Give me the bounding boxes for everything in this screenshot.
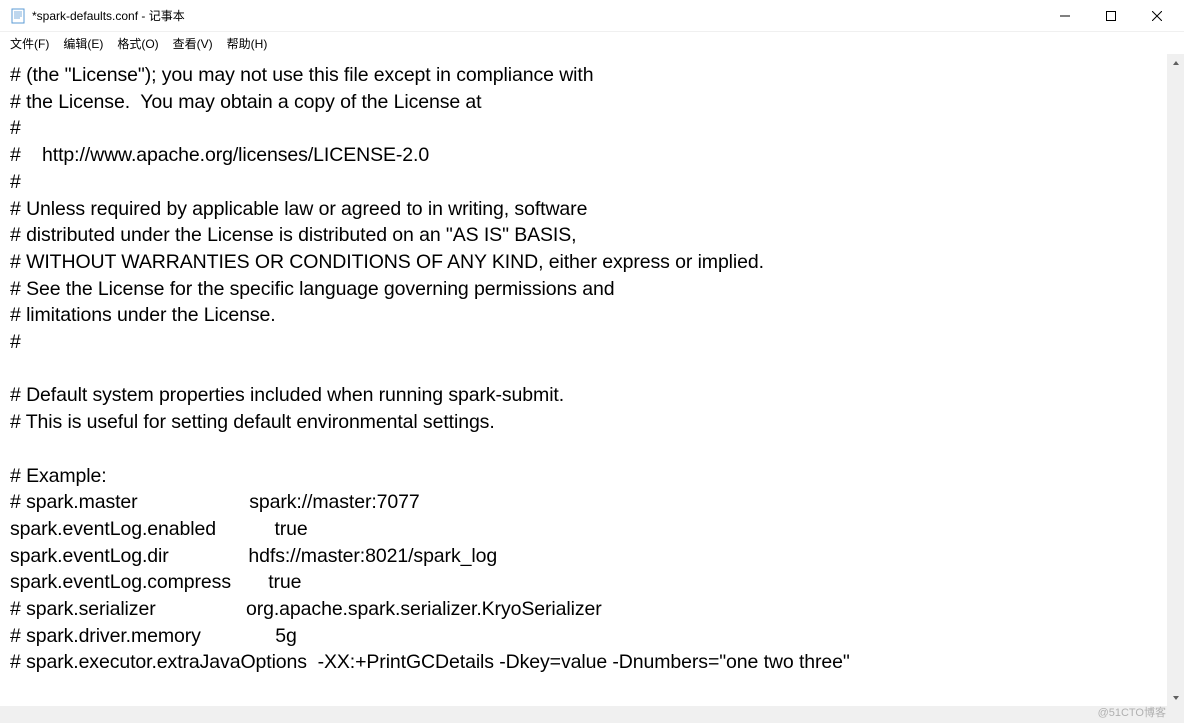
menu-format[interactable]: 格式(O) <box>113 33 162 54</box>
menu-file[interactable]: 文件(F) <box>6 33 53 54</box>
scroll-up-arrow-icon[interactable] <box>1167 54 1184 71</box>
notepad-icon <box>10 8 26 24</box>
scroll-down-arrow-icon[interactable] <box>1167 689 1184 706</box>
menu-view[interactable]: 查看(V) <box>169 33 217 54</box>
horizontal-scrollbar[interactable] <box>0 706 1167 723</box>
vertical-scrollbar[interactable] <box>1167 54 1184 706</box>
menu-help[interactable]: 帮助(H) <box>223 33 272 54</box>
scroll-track-vertical[interactable] <box>1167 71 1184 689</box>
text-editor-area[interactable]: # (the "License"); you may not use this … <box>0 54 1167 706</box>
menubar: 文件(F) 编辑(E) 格式(O) 查看(V) 帮助(H) <box>0 32 1184 54</box>
text-content[interactable]: # (the "License"); you may not use this … <box>0 54 1167 680</box>
maximize-button[interactable] <box>1088 0 1134 31</box>
minimize-button[interactable] <box>1042 0 1088 31</box>
close-button[interactable] <box>1134 0 1180 31</box>
watermark: @51CTO博客 <box>1098 704 1166 720</box>
window-controls <box>1042 0 1180 31</box>
scroll-corner <box>1167 706 1184 723</box>
titlebar: *spark-defaults.conf - 记事本 <box>0 0 1184 32</box>
menu-edit[interactable]: 编辑(E) <box>59 33 107 54</box>
window-title: *spark-defaults.conf - 记事本 <box>32 7 185 24</box>
